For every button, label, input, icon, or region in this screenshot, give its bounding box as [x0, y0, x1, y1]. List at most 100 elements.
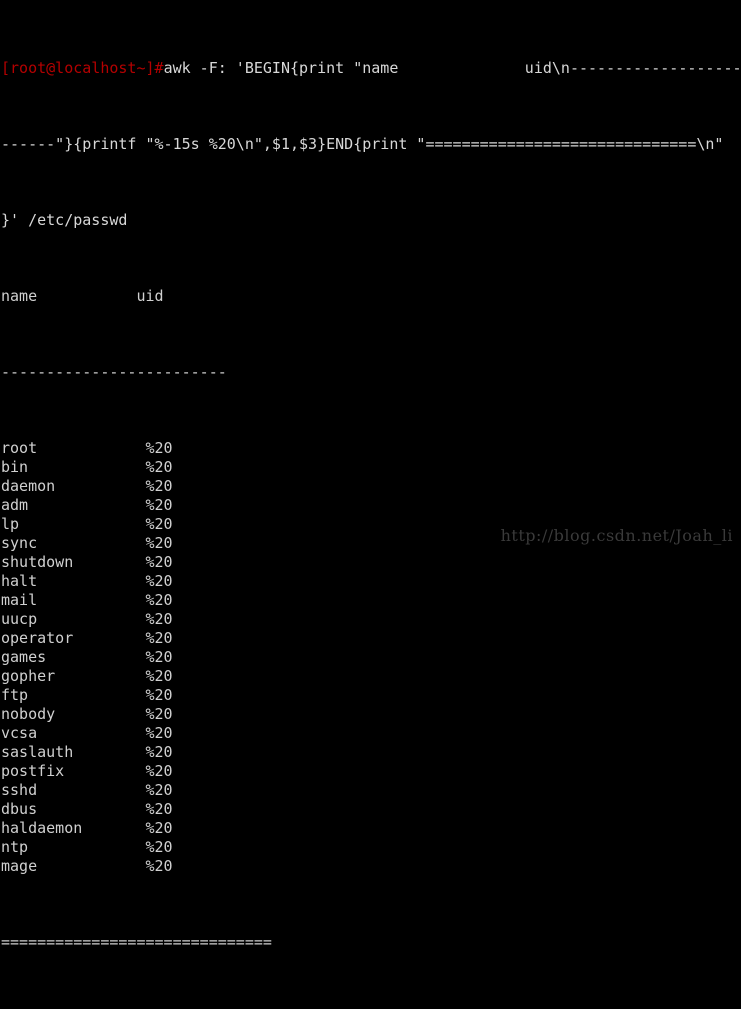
table-row: uucp %20 — [1, 610, 741, 629]
row-cell-spacer — [73, 553, 145, 571]
row-uid-cell: %20 — [145, 800, 173, 818]
row-cell-spacer — [37, 439, 145, 457]
row-name-cell: operator — [1, 629, 74, 647]
output-header-text: name uid — [1, 287, 164, 305]
table-row: shutdown %20 — [1, 553, 741, 572]
row-uid-cell: %20 — [145, 591, 173, 609]
shell-prompt: [root@localhost~]# — [1, 59, 164, 77]
row-name-cell: haldaemon — [1, 819, 83, 837]
row-cell-spacer — [73, 629, 145, 647]
command-text-part-2: ------"}{printf "%-15s %20\n",$1,$3}END{… — [1, 135, 724, 153]
row-cell-spacer — [28, 458, 145, 476]
table-row: sshd %20 — [1, 781, 741, 800]
row-uid-cell: %20 — [145, 477, 173, 495]
row-name-cell: mail — [1, 591, 38, 609]
table-row: games %20 — [1, 648, 741, 667]
row-cell-spacer — [37, 572, 145, 590]
table-row: saslauth %20 — [1, 743, 741, 762]
row-cell-spacer — [37, 800, 145, 818]
row-name-cell: adm — [1, 496, 29, 514]
table-row: bin %20 — [1, 458, 741, 477]
footer-separator-text: ============================== — [1, 933, 272, 951]
row-cell-spacer — [37, 857, 145, 875]
row-cell-spacer — [55, 667, 145, 685]
table-row: root %20 — [1, 439, 741, 458]
watermark-text: http://blog.csdn.net/Joah_li — [500, 526, 733, 545]
table-row: vcsa %20 — [1, 724, 741, 743]
table-row: ntp %20 — [1, 838, 741, 857]
row-uid-cell: %20 — [145, 534, 173, 552]
row-uid-cell: %20 — [145, 838, 173, 856]
row-cell-spacer — [28, 838, 145, 856]
table-row: daemon %20 — [1, 477, 741, 496]
row-uid-cell: %20 — [145, 629, 173, 647]
row-uid-cell: %20 — [145, 667, 173, 685]
output-header-rule: ------------------------- — [1, 363, 741, 382]
terminal-screen[interactable]: [root@localhost~]#awk -F: 'BEGIN{print "… — [0, 0, 741, 951]
row-name-cell: halt — [1, 572, 38, 590]
row-uid-cell: %20 — [145, 610, 173, 628]
row-name-cell: sync — [1, 534, 38, 552]
row-uid-cell: %20 — [145, 819, 173, 837]
row-name-cell: lp — [1, 515, 20, 533]
row-name-cell: dbus — [1, 800, 38, 818]
row-name-cell: uucp — [1, 610, 38, 628]
table-row: halt %20 — [1, 572, 741, 591]
row-name-cell: vcsa — [1, 724, 38, 742]
row-uid-cell: %20 — [145, 781, 173, 799]
row-cell-spacer — [37, 534, 145, 552]
table-row: gopher %20 — [1, 667, 741, 686]
row-uid-cell: %20 — [145, 439, 173, 457]
row-uid-cell: %20 — [145, 458, 173, 476]
command-line-3: }' /etc/passwd — [1, 211, 741, 230]
row-name-cell: ftp — [1, 686, 29, 704]
row-uid-cell: %20 — [145, 762, 173, 780]
row-uid-cell: %20 — [145, 496, 173, 514]
row-cell-spacer — [28, 496, 145, 514]
row-uid-cell: %20 — [145, 515, 173, 533]
header-separator-text: ------------------------- — [1, 363, 227, 381]
terminal-window[interactable]: [root@localhost~]#awk -F: 'BEGIN{print "… — [0, 0, 741, 951]
row-name-cell: mage — [1, 857, 38, 875]
table-row: dbus %20 — [1, 800, 741, 819]
row-cell-spacer — [37, 610, 145, 628]
output-footer-rule: ============================== — [1, 933, 741, 952]
table-row: postfix %20 — [1, 762, 741, 781]
row-name-cell: sshd — [1, 781, 38, 799]
row-uid-cell: %20 — [145, 705, 173, 723]
table-row: mage %20 — [1, 857, 741, 876]
row-cell-spacer — [37, 724, 145, 742]
table-row: nobody %20 — [1, 705, 741, 724]
row-cell-spacer — [28, 686, 145, 704]
row-name-cell: root — [1, 439, 38, 457]
output-header-row: name uid — [1, 287, 741, 306]
command-text-part-1: awk -F: 'BEGIN{print "name uid\n--------… — [163, 59, 741, 77]
row-uid-cell: %20 — [145, 572, 173, 590]
row-cell-spacer — [55, 705, 145, 723]
row-cell-spacer — [73, 743, 145, 761]
row-uid-cell: %20 — [145, 686, 173, 704]
row-uid-cell: %20 — [145, 553, 173, 571]
row-uid-cell: %20 — [145, 857, 173, 875]
row-uid-cell: %20 — [145, 724, 173, 742]
row-name-cell: ntp — [1, 838, 29, 856]
row-name-cell: saslauth — [1, 743, 74, 761]
row-name-cell: daemon — [1, 477, 56, 495]
row-name-cell: bin — [1, 458, 29, 476]
table-row: ftp %20 — [1, 686, 741, 705]
command-text-part-3: }' /etc/passwd — [1, 211, 128, 229]
row-name-cell: games — [1, 648, 47, 666]
row-cell-spacer — [19, 515, 145, 533]
row-name-cell: nobody — [1, 705, 56, 723]
row-name-cell: shutdown — [1, 553, 74, 571]
table-row: haldaemon %20 — [1, 819, 741, 838]
output-rows: root %20 bin %20 daemon %20 adm %20 lp %20 sy… — [1, 439, 741, 876]
table-row: operator %20 — [1, 629, 741, 648]
row-cell-spacer — [37, 591, 145, 609]
row-uid-cell: %20 — [145, 743, 173, 761]
table-row: mail %20 — [1, 591, 741, 610]
row-cell-spacer — [82, 819, 145, 837]
row-cell-spacer — [37, 781, 145, 799]
row-name-cell: gopher — [1, 667, 56, 685]
row-cell-spacer — [64, 762, 145, 780]
